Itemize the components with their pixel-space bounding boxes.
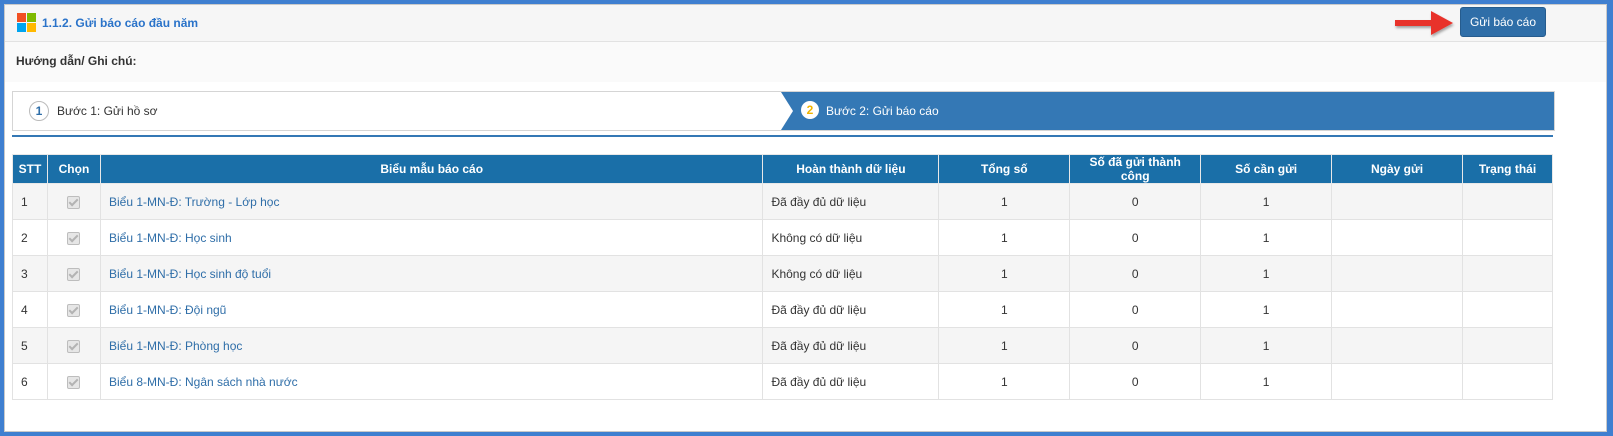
cell-data-complete: Đã đầy đủ dữ liệu (762, 291, 940, 328)
table-row: 5 Biểu 1-MN-Đ: Phòng học Đã đầy đủ dữ li… (12, 327, 1554, 364)
cell-form-link[interactable]: Biểu 1-MN-Đ: Học sinh độ tuổi (99, 255, 764, 292)
main-panel: 1.1.2. Gửi báo cáo đầu năm Gửi báo cáo H… (4, 4, 1607, 432)
table-header-row: STT Chọn Biểu mẫu báo cáo Hoàn thành dữ … (12, 154, 1554, 184)
cell-total: 1 (938, 183, 1071, 220)
cell-status (1461, 183, 1554, 220)
cell-data-complete: Đã đầy đủ dữ liệu (762, 327, 940, 364)
cell-select (46, 291, 101, 328)
checkbox[interactable] (67, 303, 81, 317)
cell-status (1461, 291, 1554, 328)
page-header: 1.1.2. Gửi báo cáo đầu năm Gửi báo cáo (5, 5, 1606, 42)
cell-select (46, 255, 101, 292)
guide-section: Hướng dẫn/ Ghi chú: (5, 42, 1606, 82)
col-header-status: Trạng thái (1461, 154, 1554, 184)
cell-data-complete: Không có dữ liệu (762, 219, 940, 256)
cell-send-date (1331, 363, 1463, 400)
send-report-button[interactable]: Gửi báo cáo (1460, 7, 1546, 37)
cell-to-send: 1 (1200, 183, 1333, 220)
cell-status (1461, 219, 1554, 256)
checkbox[interactable] (67, 195, 81, 209)
table-row: 4 Biểu 1-MN-Đ: Đội ngũ Đã đầy đủ dữ liệu… (12, 291, 1554, 328)
col-header-sent: Số đã gửi thành công (1069, 154, 1202, 184)
cell-total: 1 (938, 363, 1071, 400)
step-1-label: Bước 1: Gửi hồ sơ (57, 104, 158, 118)
cell-sent: 0 (1069, 291, 1202, 328)
cell-total: 1 (938, 219, 1071, 256)
cell-status (1461, 363, 1554, 400)
cell-send-date (1331, 219, 1463, 256)
step-chevron-icon (781, 92, 793, 130)
step-1[interactable]: 1 Bước 1: Gửi hồ sơ (13, 92, 789, 130)
cell-stt: 1 (12, 183, 48, 220)
col-header-stt: STT (12, 154, 48, 184)
step-2[interactable]: 2 Bước 2: Gửi báo cáo (781, 92, 1554, 130)
step-2-label: Bước 2: Gửi báo cáo (826, 104, 939, 118)
cell-send-date (1331, 255, 1463, 292)
cell-form-link[interactable]: Biểu 8-MN-Đ: Ngân sách nhà nước (99, 363, 764, 400)
cell-stt: 4 (12, 291, 48, 328)
cell-total: 1 (938, 291, 1071, 328)
cell-to-send: 1 (1200, 255, 1333, 292)
col-header-send-date: Ngày gửi (1331, 154, 1463, 184)
cell-sent: 0 (1069, 327, 1202, 364)
table-row: 2 Biểu 1-MN-Đ: Học sinh Không có dữ liệu… (12, 219, 1554, 256)
col-header-total: Tổng số (938, 154, 1071, 184)
cell-send-date (1331, 327, 1463, 364)
step-wizard: 1 Bước 1: Gửi hồ sơ 2 Bước 2: Gửi báo cá… (12, 91, 1555, 131)
cell-stt: 2 (12, 219, 48, 256)
cell-data-complete: Đã đầy đủ dữ liệu (762, 183, 940, 220)
step-1-number: 1 (29, 101, 49, 121)
red-arrow-icon (1395, 11, 1453, 35)
page-title: 1.1.2. Gửi báo cáo đầu năm (42, 16, 199, 30)
checkbox[interactable] (67, 231, 81, 245)
cell-stt: 5 (12, 327, 48, 364)
checkbox[interactable] (67, 375, 81, 389)
cell-select (46, 363, 101, 400)
cell-select (46, 219, 101, 256)
cell-status (1461, 327, 1554, 364)
guide-label: Hướng dẫn/ Ghi chú: (16, 54, 137, 68)
cell-select (46, 327, 101, 364)
cell-to-send: 1 (1200, 327, 1333, 364)
cell-stt: 6 (12, 363, 48, 400)
cell-sent: 0 (1069, 183, 1202, 220)
cell-to-send: 1 (1200, 363, 1333, 400)
cell-data-complete: Đã đầy đủ dữ liệu (762, 363, 940, 400)
cell-send-date (1331, 183, 1463, 220)
cell-form-link[interactable]: Biểu 1-MN-Đ: Học sinh (99, 219, 764, 256)
report-table: STT Chọn Biểu mẫu báo cáo Hoàn thành dữ … (12, 154, 1554, 400)
col-header-data-complete: Hoàn thành dữ liệu (762, 154, 940, 184)
wizard-divider (12, 135, 1553, 137)
cell-form-link[interactable]: Biểu 1-MN-Đ: Trường - Lớp học (99, 183, 764, 220)
cell-form-link[interactable]: Biểu 1-MN-Đ: Phòng học (99, 327, 764, 364)
cell-sent: 0 (1069, 219, 1202, 256)
step-2-number: 2 (801, 101, 819, 119)
cell-select (46, 183, 101, 220)
cell-to-send: 1 (1200, 291, 1333, 328)
cell-status (1461, 255, 1554, 292)
col-header-form: Biểu mẫu báo cáo (99, 154, 764, 184)
cell-to-send: 1 (1200, 219, 1333, 256)
cell-sent: 0 (1069, 363, 1202, 400)
table-row: 1 Biểu 1-MN-Đ: Trường - Lớp học Đã đầy đ… (12, 183, 1554, 220)
windows-logo-icon (17, 13, 36, 32)
cell-total: 1 (938, 327, 1071, 364)
checkbox[interactable] (67, 267, 81, 281)
col-header-select: Chọn (46, 154, 101, 184)
cell-form-link[interactable]: Biểu 1-MN-Đ: Đội ngũ (99, 291, 764, 328)
cell-data-complete: Không có dữ liệu (762, 255, 940, 292)
cell-stt: 3 (12, 255, 48, 292)
cell-sent: 0 (1069, 255, 1202, 292)
cell-send-date (1331, 291, 1463, 328)
table-row: 6 Biểu 8-MN-Đ: Ngân sách nhà nước Đã đầy… (12, 363, 1554, 400)
table-row: 3 Biểu 1-MN-Đ: Học sinh độ tuổi Không có… (12, 255, 1554, 292)
cell-total: 1 (938, 255, 1071, 292)
checkbox[interactable] (67, 339, 81, 353)
col-header-to-send: Số cần gửi (1200, 154, 1333, 184)
